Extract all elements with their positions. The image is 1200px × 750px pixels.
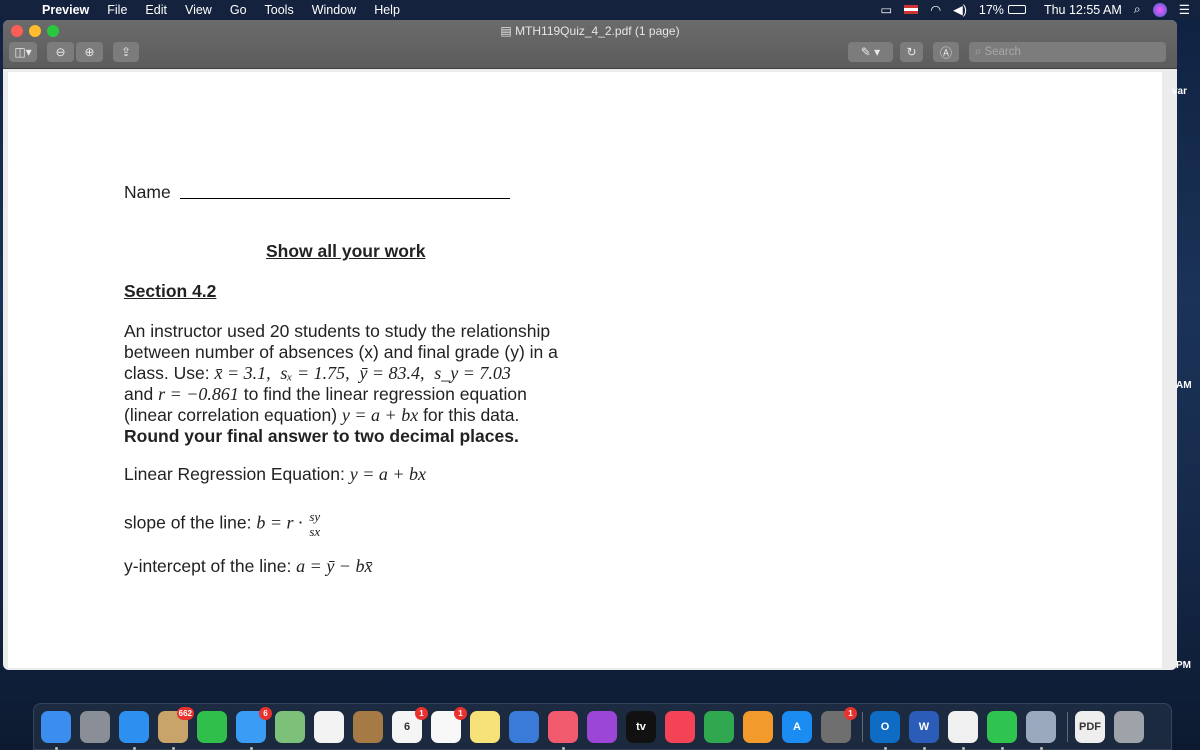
menu-edit[interactable]: Edit xyxy=(145,3,167,17)
menu-tools[interactable]: Tools xyxy=(265,3,294,17)
background-text: PM xyxy=(1176,660,1191,671)
dock-tv-icon[interactable]: tv xyxy=(626,711,656,743)
pdf-page: Name Show all your work Section 4.2 An i… xyxy=(8,72,1162,668)
dock-pages-icon[interactable] xyxy=(743,711,773,743)
dock-launchpad-icon[interactable] xyxy=(80,711,110,743)
markup-toolbar-button[interactable]: Ⓐ xyxy=(933,42,959,62)
clock[interactable]: Thu 12:55 AM xyxy=(1044,3,1122,17)
sidebar-toggle-button[interactable]: ◫▾ xyxy=(9,42,37,62)
dock-calendar-icon[interactable]: 61 xyxy=(392,707,428,743)
name-label: Name xyxy=(124,182,171,202)
dock-photos-icon[interactable] xyxy=(314,711,344,743)
menu-go[interactable]: Go xyxy=(230,3,247,17)
background-text: AM xyxy=(1176,380,1192,391)
name-blank-line xyxy=(180,198,510,199)
zoom-out-button[interactable]: ⊖ xyxy=(47,42,74,62)
menu-file[interactable]: File xyxy=(107,3,127,17)
background-text: var xyxy=(1172,86,1188,97)
dock-trash-icon[interactable] xyxy=(1114,711,1144,743)
zoom-in-button[interactable]: ⊕ xyxy=(76,42,103,62)
dock-whatsapp-icon[interactable] xyxy=(987,711,1017,743)
dock-finder-icon[interactable] xyxy=(41,711,71,743)
dock-icon-label: PDF xyxy=(1079,721,1101,733)
menu-window[interactable]: Window xyxy=(312,3,356,17)
dock-contacts-icon[interactable] xyxy=(353,711,383,743)
preview-window: ▤ MTH119Quiz_4_2.pdf (1 page) ◫▾ ⊖ ⊕ ⇪ ✎… xyxy=(3,20,1177,670)
notification-badge: 1 xyxy=(415,707,428,720)
rotate-button[interactable]: ↻ xyxy=(900,42,923,62)
dock-pdf-document-icon[interactable]: PDF xyxy=(1075,711,1105,743)
markup-pen-button[interactable]: ✎ ▾ xyxy=(848,42,893,62)
menu-app-name[interactable]: Preview xyxy=(42,3,89,17)
dock-icon-label: O xyxy=(880,721,890,733)
dock-separator xyxy=(1067,712,1068,742)
dock-preview-icon[interactable] xyxy=(1026,711,1056,743)
spotlight-icon[interactable]: ⌕ xyxy=(1134,2,1141,17)
dock-icon-label: A xyxy=(793,721,801,733)
battery-icon[interactable] xyxy=(1007,5,1026,14)
flag-icon[interactable] xyxy=(904,5,919,14)
dock-mail-icon[interactable]: 662 xyxy=(158,707,194,743)
battery-percent[interactable]: 17% xyxy=(979,3,1004,17)
dock-app-store-icon[interactable]: A xyxy=(782,711,812,743)
pdf-file-icon: ▤ xyxy=(500,24,516,38)
dock-outlook-icon[interactable]: O xyxy=(870,711,900,743)
dock-reminders-icon[interactable]: 1 xyxy=(431,707,467,743)
title-bar: ▤ MTH119Quiz_4_2.pdf (1 page) ◫▾ ⊖ ⊕ ⇪ ✎… xyxy=(3,20,1177,69)
dock-icon-label: W xyxy=(918,721,930,733)
dock-news-icon[interactable] xyxy=(665,711,695,743)
window-title: ▤ MTH119Quiz_4_2.pdf (1 page) xyxy=(500,24,680,38)
volume-icon[interactable]: ◀) xyxy=(953,2,967,17)
slope-formula: slope of the line: b = r · sy sx xyxy=(124,509,321,539)
dock-system-preferences-icon[interactable]: 1 xyxy=(821,707,857,743)
intercept-formula: y-intercept of the line: a = ȳ − bx̄ xyxy=(124,556,373,576)
menu-view[interactable]: View xyxy=(185,3,212,17)
dock-maps-icon[interactable] xyxy=(275,711,305,743)
dock-messages-icon[interactable]: 6 xyxy=(236,707,272,743)
dock-icon-label: tv xyxy=(636,721,646,733)
notification-center-icon[interactable]: ☰ xyxy=(1179,2,1190,17)
regression-equation-label: Linear Regression Equation: y = a + bx xyxy=(124,464,426,484)
dock-music-icon[interactable] xyxy=(548,711,578,743)
dock-notes-icon[interactable] xyxy=(470,711,500,743)
round-note: Round your final answer to two decimal p… xyxy=(124,426,519,446)
dock: 662 6 6 1 1 tv A 1 O W PDF xyxy=(33,703,1172,750)
dock-keynote-icon[interactable] xyxy=(509,711,539,743)
notification-badge: 1 xyxy=(844,707,857,720)
problem-text: An instructor used 20 students to study … xyxy=(124,321,558,446)
dock-facetime-icon[interactable] xyxy=(197,711,227,743)
notification-badge: 1 xyxy=(454,707,467,720)
section-heading: Section 4.2 xyxy=(124,281,217,301)
dock-word-icon[interactable]: W xyxy=(909,711,939,743)
dock-infuse-icon[interactable] xyxy=(948,711,978,743)
dock-separator xyxy=(862,712,863,742)
share-button[interactable]: ⇪ xyxy=(113,42,139,62)
menu-help[interactable]: Help xyxy=(374,3,400,17)
dock-safari-icon[interactable] xyxy=(119,711,149,743)
wifi-icon[interactable]: ◠ xyxy=(930,2,941,17)
airplay-icon[interactable]: ▭ xyxy=(880,2,892,17)
instruction-heading: Show all your work xyxy=(266,241,426,261)
menu-bar: Preview File Edit View Go Tools Window H… xyxy=(0,0,1200,19)
siri-icon[interactable] xyxy=(1152,2,1167,17)
search-icon: ⌕ xyxy=(975,45,982,58)
notification-badge: 662 xyxy=(176,707,194,720)
dock-podcasts-icon[interactable] xyxy=(587,711,617,743)
dock-icon-label: 6 xyxy=(403,721,411,733)
notification-badge: 6 xyxy=(259,707,272,720)
search-input[interactable]: ⌕ Search xyxy=(969,42,1166,62)
dock-numbers-icon[interactable] xyxy=(704,711,734,743)
